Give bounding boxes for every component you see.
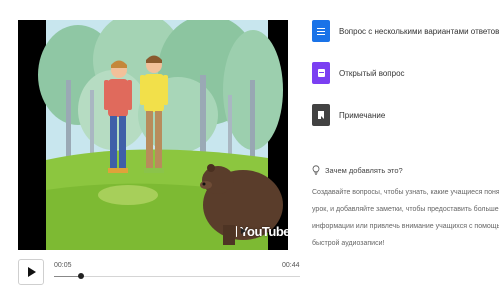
play-button[interactable] (18, 259, 44, 285)
option-label: Вопрос с несколькими вариантами ответов (339, 26, 499, 36)
progress-track[interactable] (54, 276, 300, 277)
progress-fill (54, 276, 82, 277)
video-controls: 00:05 00:44 (14, 253, 300, 289)
lightbulb-icon (312, 165, 320, 175)
video-thumbnail (18, 20, 288, 250)
why-add-section: Зачем добавлять это? Создавайте вопросы,… (312, 165, 499, 252)
why-title: Зачем добавлять это? (325, 165, 403, 175)
option-open-question[interactable]: Открытый вопрос (312, 62, 499, 84)
play-icon (28, 267, 36, 277)
why-heading: Зачем добавлять это? (312, 165, 499, 175)
why-description: Создавайте вопросы, чтобы узнать, какие … (312, 189, 499, 247)
youtube-wordmark: YouTube (239, 223, 288, 239)
video-frame[interactable]: YouTube (18, 20, 288, 250)
duration: 00:44 (282, 262, 300, 269)
progress-thumb[interactable] (78, 273, 85, 279)
video-player: YouTube 00:05 00:44 (8, 8, 300, 289)
option-note[interactable]: Примечание (312, 104, 499, 126)
option-multiple-choice[interactable]: Вопрос с несколькими вариантами ответов (312, 20, 499, 42)
youtube-play-icon (236, 225, 245, 237)
list-icon (312, 20, 330, 42)
youtube-logo[interactable]: YouTube (236, 220, 288, 242)
open-question-icon (312, 62, 330, 84)
note-icon (312, 104, 330, 126)
current-time: 00:05 (54, 262, 72, 269)
option-label: Примечание (339, 110, 386, 120)
content-type-list: Вопрос с несколькими вариантами ответов … (312, 20, 499, 146)
option-label: Открытый вопрос (339, 68, 405, 78)
